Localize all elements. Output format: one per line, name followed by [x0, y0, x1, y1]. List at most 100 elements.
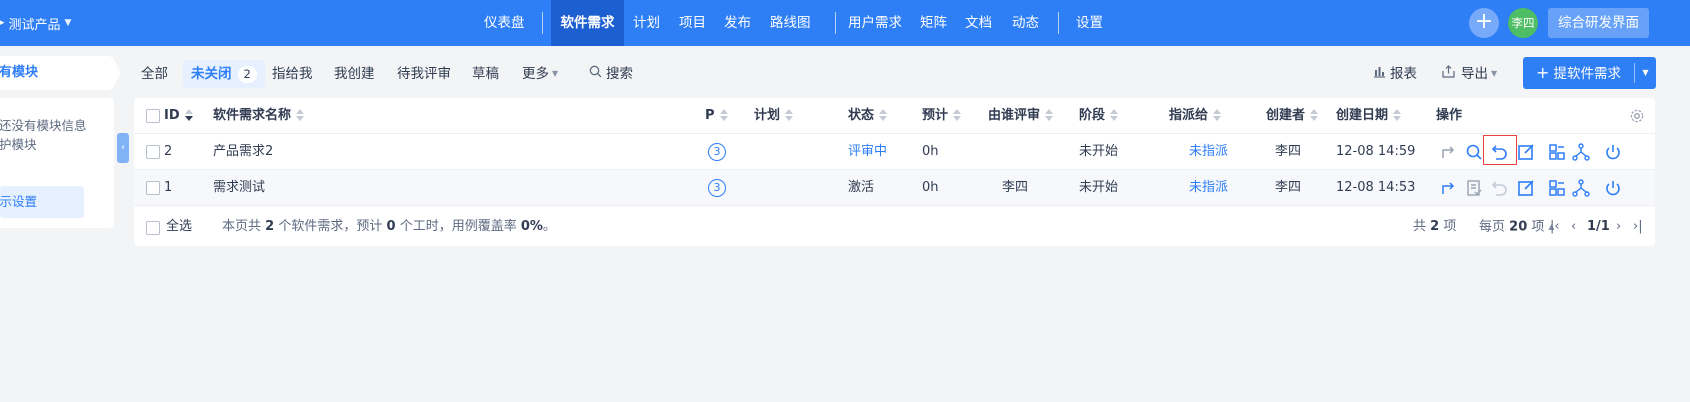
close-power-icon[interactable]: [1603, 178, 1623, 198]
nav-doc[interactable]: 文档: [965, 0, 992, 46]
subdivide-icon[interactable]: [1571, 178, 1591, 198]
product-switcher[interactable]: ▸ 测试产品 ▼: [0, 0, 71, 46]
sort-icon: [1393, 108, 1402, 121]
prev-page-icon[interactable]: ‹: [1571, 210, 1576, 244]
col-id[interactable]: ID: [164, 98, 193, 134]
review-search-icon[interactable]: [1464, 142, 1484, 162]
col-assigned-to[interactable]: 指派给: [1169, 98, 1222, 134]
select-all-label[interactable]: 全选: [166, 210, 192, 244]
row-assigned-link[interactable]: 未指派: [1189, 134, 1228, 170]
column-settings-gear-icon[interactable]: [1629, 108, 1645, 124]
user-avatar[interactable]: 李四: [1508, 8, 1538, 38]
row-creator: 李四: [1275, 180, 1302, 195]
row-checkbox[interactable]: [146, 181, 160, 195]
nav-divider: [1058, 12, 1059, 34]
search-toggle[interactable]: 搜索: [589, 60, 633, 88]
highlighted-recall-action: [1483, 135, 1517, 165]
export-button[interactable]: 导出 ▼: [1442, 60, 1497, 88]
review-doc-icon[interactable]: [1464, 178, 1484, 198]
nav-matrix[interactable]: 矩阵: [920, 0, 947, 46]
nav-plan[interactable]: 计划: [633, 0, 660, 46]
row-status: 评审中: [848, 144, 888, 159]
report-label: 报表: [1390, 66, 1417, 82]
create-requirement-label: 提软件需求: [1553, 66, 1621, 82]
recall-undo-icon[interactable]: [1490, 178, 1510, 198]
col-plan[interactable]: 计划: [754, 98, 794, 134]
first-page-icon[interactable]: |‹: [1550, 210, 1560, 244]
nav-release[interactable]: 发布: [724, 0, 751, 46]
edit-icon[interactable]: [1516, 178, 1536, 198]
table-row[interactable]: 1 需求测试 3 激活 0h 李四 未开始 未指派 李四 12-08 14:53: [134, 170, 1655, 206]
row-status: 激活: [848, 180, 875, 195]
batch-create-icon[interactable]: [1547, 178, 1567, 198]
col-actions: 操作: [1436, 108, 1463, 123]
nav-settings[interactable]: 设置: [1076, 0, 1103, 46]
chevron-down-icon: ▼: [552, 69, 559, 78]
change-icon[interactable]: [1439, 178, 1459, 198]
row-assigned-link[interactable]: 未指派: [1189, 170, 1228, 206]
col-estimate[interactable]: 预计: [922, 98, 962, 134]
col-creator[interactable]: 创建者: [1266, 98, 1319, 134]
caret-left-icon: ▸: [0, 18, 5, 28]
nav-project[interactable]: 项目: [679, 0, 706, 46]
table-row[interactable]: 2 产品需求2 3 评审中 0h 未开始 未指派 李四 12-08 14:59: [134, 134, 1655, 170]
tab-created-by-me[interactable]: 我创建: [334, 60, 375, 88]
subdivide-icon[interactable]: [1571, 142, 1591, 162]
display-setting-button[interactable]: 显示设置: [0, 186, 84, 218]
sort-icon: [953, 108, 962, 121]
row-created-date: 12-08 14:59: [1336, 144, 1416, 159]
col-status[interactable]: 状态: [848, 98, 888, 134]
close-power-icon[interactable]: [1603, 142, 1623, 162]
row-title-link[interactable]: 产品需求2: [213, 134, 273, 170]
next-page-icon[interactable]: ›: [1616, 210, 1621, 244]
select-all-header-checkbox[interactable]: [146, 109, 160, 123]
chevron-down-icon: ▼: [1491, 69, 1498, 78]
page-indicator: 1/1: [1587, 219, 1610, 234]
tab-draft[interactable]: 草稿: [472, 60, 499, 88]
tab-more[interactable]: 更多 ▼: [522, 60, 558, 88]
col-priority[interactable]: P: [705, 98, 728, 134]
table-header-row: ID 软件需求名称 P 计划 状态 预计 由谁评审 阶段 指派给 创建者 创建日…: [134, 98, 1655, 134]
nav-user-requirements[interactable]: 用户需求: [848, 0, 902, 46]
report-button[interactable]: 报表: [1373, 60, 1417, 88]
create-requirement-button[interactable]: + 提软件需求 ▼: [1523, 57, 1656, 89]
sort-icon: [1110, 108, 1119, 121]
tab-assigned-to-me[interactable]: 指给我: [272, 60, 313, 88]
change-icon[interactable]: [1439, 142, 1459, 162]
all-modules-label[interactable]: 所有模块: [0, 56, 38, 90]
top-navbar: ▸ 测试产品 ▼ 仪表盘 软件需求 计划 项目 发布 路线图 用户需求 矩阵 文…: [0, 0, 1690, 46]
row-creator: 李四: [1275, 144, 1302, 159]
sort-icon: [785, 108, 794, 121]
sidebar-collapse-icon[interactable]: ‹: [117, 133, 129, 163]
nav-roadmap[interactable]: 路线图: [770, 0, 811, 46]
batch-create-icon[interactable]: [1547, 142, 1567, 162]
row-checkbox[interactable]: [146, 145, 160, 159]
tab-review-by-me[interactable]: 待我评审: [397, 60, 451, 88]
select-all-checkbox[interactable]: [146, 221, 160, 235]
col-stage[interactable]: 阶段: [1079, 98, 1119, 134]
nav-divider: [542, 12, 543, 34]
row-title-link[interactable]: 需求测试: [213, 170, 265, 206]
col-reviewer[interactable]: 由谁评审: [988, 98, 1054, 134]
tab-all[interactable]: 全部: [141, 60, 168, 88]
col-title[interactable]: 软件需求名称: [213, 98, 305, 134]
tab-unclosed-label: 未关闭: [191, 66, 232, 82]
sort-icon: [1213, 108, 1222, 121]
plus-icon: +: [1536, 63, 1550, 82]
module-tab-arrow: [112, 56, 121, 90]
sort-icon: [1310, 108, 1319, 121]
nav-dashboard[interactable]: 仪表盘: [484, 0, 525, 46]
priority-badge: 3: [708, 134, 726, 170]
nav-software-requirements[interactable]: 软件需求: [551, 0, 624, 46]
edit-icon[interactable]: [1516, 142, 1536, 162]
quick-create-plus-icon[interactable]: +: [1469, 8, 1499, 38]
workspace-switch-button[interactable]: 综合研发界面: [1548, 8, 1649, 38]
create-dropdown-chevron-icon[interactable]: ▼: [1635, 57, 1656, 89]
page-size-selector[interactable]: 每页 20 项 ▲: [1479, 210, 1555, 244]
search-icon: [589, 60, 602, 88]
nav-dynamic[interactable]: 动态: [1012, 0, 1039, 46]
last-page-icon[interactable]: ›|: [1633, 210, 1643, 244]
col-created-date[interactable]: 创建日期: [1336, 98, 1402, 134]
tab-unclosed[interactable]: 未关闭 2: [183, 60, 265, 88]
display-setting-label: 显示设置: [0, 194, 38, 209]
